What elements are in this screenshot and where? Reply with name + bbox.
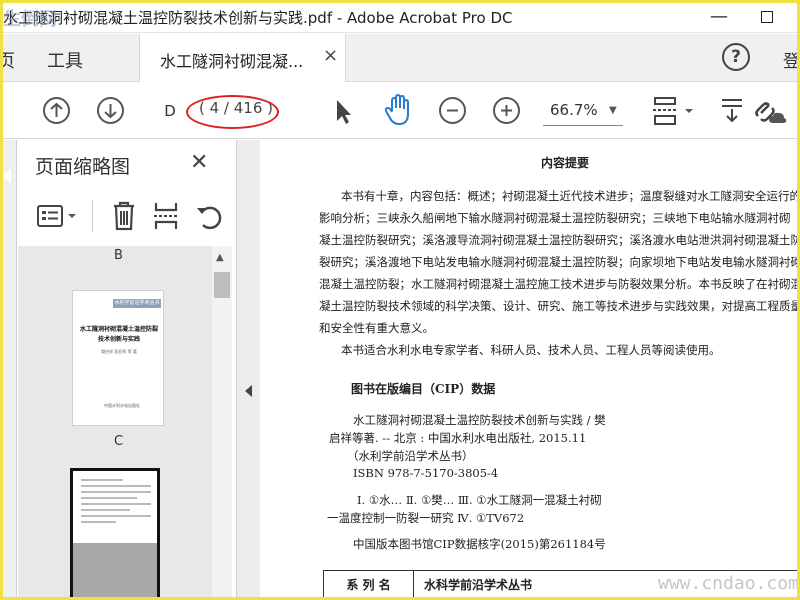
cip-line: Ⅰ. ①水… Ⅱ. ①樊… Ⅲ. ①水工隧洞一混凝土衬砌	[357, 493, 602, 507]
document-tab-close-button[interactable]: ×	[323, 45, 338, 66]
cip-line: 启祥等著. -- 北京 : 中国水利水电出版社, 2015.11	[329, 431, 587, 445]
page-count: ( 4 / 416 )	[199, 99, 274, 117]
series-label: 系 列 名	[324, 571, 414, 597]
page-number-input[interactable]: D	[155, 99, 185, 123]
extract-pages-icon[interactable]	[152, 200, 180, 232]
thumbnail-text-lines	[81, 479, 151, 527]
thumbnail-scrollbar[interactable]: ▲	[212, 246, 232, 597]
abstract-line: 凝土温控防裂研究；溪洛渡导流洞衬砌混凝土温控防裂研究；溪洛渡水电站泄洪洞衬砌混凝…	[319, 233, 797, 247]
tab-home[interactable]: 页	[3, 47, 15, 73]
thumbnail-label-c: C	[114, 434, 124, 449]
cip-line: 一温度控制一防裂一研究 Ⅳ. ①TV672	[327, 511, 525, 525]
abstract-line: 影响分析；三峡永久船闸地下输水隧洞衬砌混凝土温控防裂研究；三峡地下电站输水隧洞衬…	[319, 211, 791, 225]
arrow-up-icon	[50, 102, 63, 117]
abstract-line: 裂研究；溪洛渡地下电站发电输水隧洞衬砌混凝土温控防裂；向家坝地下电站发电输水隧洞…	[319, 255, 797, 269]
tab-document[interactable]: 水工隧洞衬砌混凝... ×	[139, 34, 346, 82]
plus-icon	[501, 105, 512, 116]
cip-line: （水利学前沿学术丛书）	[347, 449, 474, 463]
sign-in-button[interactable]: 登	[783, 47, 797, 72]
abstract-line: 本书有十章，内容包括：概述；衬砌混凝土近代技术进步；温度裂缝对水工隧洞安全运行的	[341, 189, 797, 203]
document-view[interactable]: 内容提要 本书有十章，内容包括：概述；衬砌混凝土近代技术进步；温度裂缝对水工隧洞…	[261, 140, 797, 597]
link-cloud-icon[interactable]	[753, 95, 789, 127]
minimize-button[interactable]: —	[699, 5, 739, 31]
collapse-panel-handle[interactable]	[236, 140, 260, 597]
tab-bar: 页 工具 水工隧洞衬砌混凝... × ? 登	[3, 34, 797, 82]
next-page-button[interactable]	[97, 97, 124, 124]
thumbnail-publisher: 中国水利水电出版社	[104, 403, 140, 408]
main-toolbar: D ( 4 / 416 ) 66.7% ▼	[3, 83, 797, 139]
thumbnail-tools	[18, 192, 236, 242]
maximize-button[interactable]	[747, 5, 787, 31]
maximize-icon	[761, 11, 773, 23]
cip-title: 图书在版编目（CIP）数据	[351, 382, 496, 396]
zoom-dropdown-icon[interactable]: ▼	[609, 105, 617, 116]
window-title: 水工隧洞衬砌混凝土温控防裂技术创新与实践.pdf - Adobe Acrobat…	[3, 9, 513, 27]
thumbnail-panel: 页面缩略图 ✕ B 水利学前沿学术丛书 水工隧洞衬砌混凝土温控防裂技术创新与实践…	[18, 140, 236, 597]
acrobat-window: 水工隧洞衬砌混凝土温控防裂技术创新与实践.pdf - Adobe Acrobat…	[3, 3, 797, 597]
cip-line: 中国版本图书馆CIP数据核字(2015)第261184号	[353, 537, 606, 551]
navigation-strip	[3, 140, 17, 597]
thumbnail-shade	[73, 543, 157, 597]
title-bar: 水工隧洞衬砌混凝土温控防裂技术创新与实践.pdf - Adobe Acrobat…	[3, 3, 797, 33]
thumbnail-page-c[interactable]: 水利学前沿学术丛书 水工隧洞衬砌混凝土温控防裂技术创新与实践 樊启祥 段亚辉 等…	[72, 290, 164, 426]
minus-icon	[447, 109, 458, 112]
abstract-line: 本书适合水利水电专家学者、科研人员、技术人员、工程人员等阅读使用。	[341, 343, 721, 357]
tools-divider	[92, 200, 93, 232]
scroll-mode-icon[interactable]	[719, 97, 745, 125]
collapse-arrow-icon[interactable]	[245, 385, 252, 397]
arrow-down-icon	[104, 104, 117, 119]
previous-page-button[interactable]	[43, 97, 70, 124]
thumbnail-book-title: 水工隧洞衬砌混凝土温控防裂技术创新与实践	[79, 326, 158, 343]
rotate-icon[interactable]	[194, 200, 224, 232]
thumbnail-list[interactable]: B 水利学前沿学术丛书 水工隧洞衬砌混凝土温控防裂技术创新与实践 樊启祥 段亚辉…	[18, 246, 212, 597]
zoom-in-button[interactable]	[493, 97, 520, 124]
tab-tools[interactable]: 工具	[47, 47, 83, 73]
scroll-up-icon[interactable]: ▲	[216, 252, 224, 263]
zoom-underline	[543, 125, 623, 126]
zoom-out-button[interactable]	[439, 97, 466, 124]
cip-line: ISBN 978-7-5170-3805-4	[353, 466, 499, 480]
help-icon[interactable]: ?	[722, 43, 750, 71]
zoom-level[interactable]: 66.7%	[550, 101, 598, 119]
abstract-line: 凝土温控防裂技术领域的科学决策、设计、研究、施工等技术进步与实践效果，对提高工程…	[319, 299, 797, 313]
series-value: 水科学前沿学术丛书	[424, 578, 533, 592]
thumbnail-page-selected[interactable]	[70, 468, 160, 597]
panel-pointer	[3, 168, 11, 184]
watermark-logo: 生倒网	[3, 9, 57, 30]
scrollbar-thumb[interactable]	[214, 272, 230, 298]
abstract-line: 和安全性有重大意义。	[319, 321, 434, 335]
trash-icon[interactable]	[110, 200, 138, 232]
abstract-line: 混凝土温控防裂；水工隧洞衬砌混凝土温控施工技术进步与防裂效果分析。本书反映了在衬…	[319, 277, 797, 291]
thumbnail-series-band: 水利学前沿学术丛书	[113, 299, 161, 308]
page-display-icon[interactable]	[651, 95, 695, 127]
site-watermark: www.cndao.com	[658, 573, 797, 594]
cip-line: 水工隧洞衬砌混凝土温控防裂技术创新与实践 / 樊	[353, 413, 606, 427]
options-menu-icon[interactable]	[36, 202, 80, 230]
select-cursor-icon[interactable]	[331, 97, 355, 125]
document-tab-label: 水工隧洞衬砌混凝...	[160, 52, 304, 71]
panel-title: 页面缩略图	[35, 156, 131, 178]
thumbnail-authors: 樊启祥 段亚辉 等 著	[101, 349, 137, 354]
thumbnail-label-b: B	[114, 248, 123, 263]
hand-tool-icon[interactable]	[383, 93, 415, 127]
panel-close-button[interactable]: ✕	[190, 150, 208, 175]
abstract-title: 内容提要	[541, 156, 590, 170]
